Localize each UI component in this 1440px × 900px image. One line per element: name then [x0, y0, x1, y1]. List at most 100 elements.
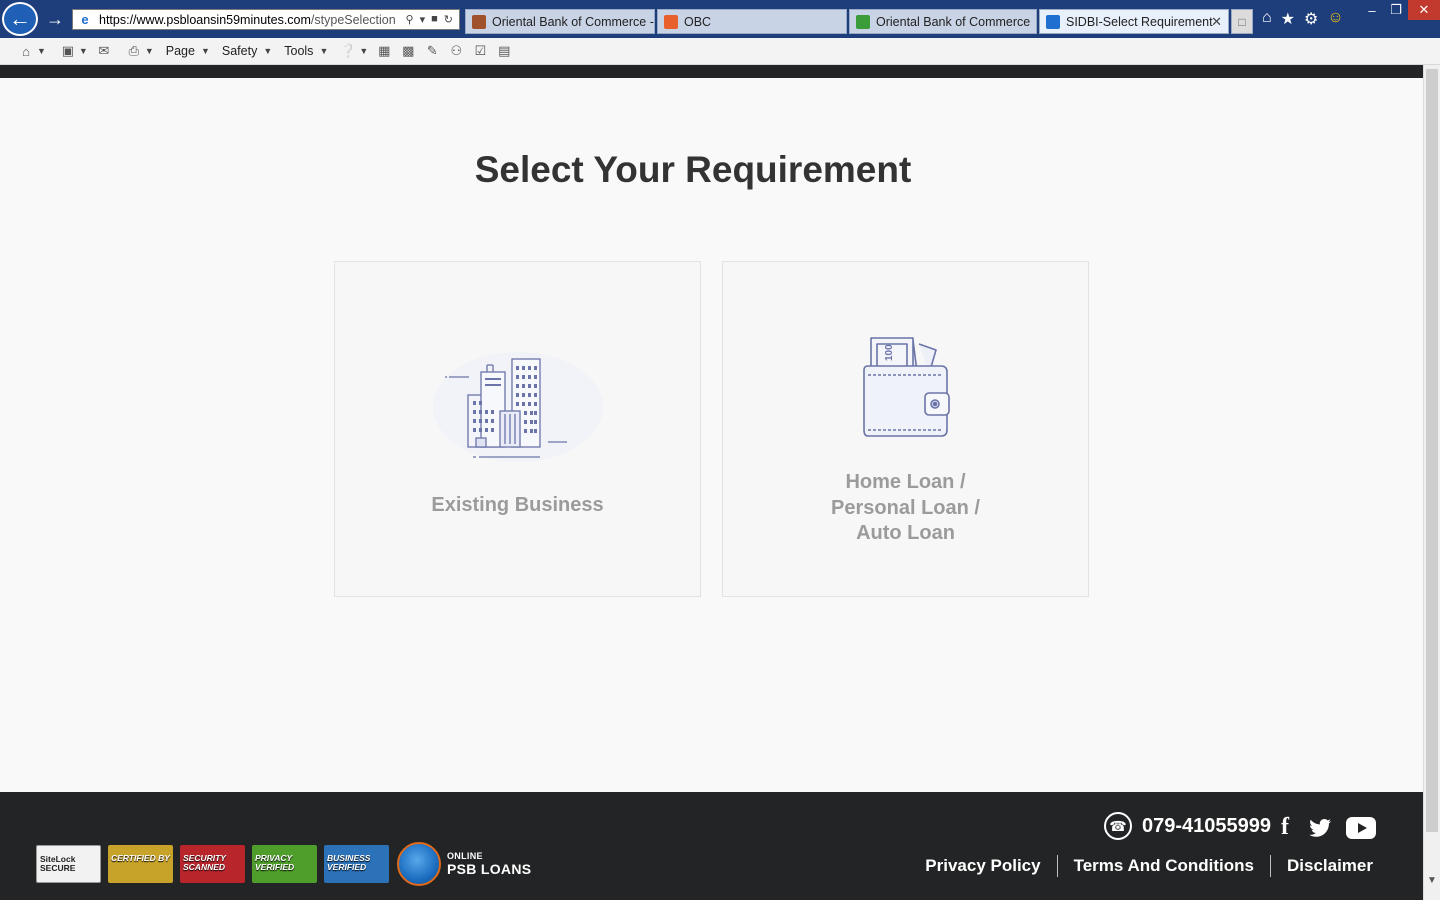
tools-menu[interactable]: Tools ▼: [284, 44, 328, 58]
facebook-icon[interactable]: f: [1276, 814, 1294, 841]
window-controls: – ❐ ✕: [1360, 0, 1440, 24]
feeds-icon[interactable]: ▣: [60, 43, 76, 59]
tab-label: Oriental Bank of Commerce: [876, 14, 1031, 29]
footer-links: Privacy Policy Terms And Conditions Disc…: [925, 855, 1373, 877]
badge-label: SECURITY SCANNED: [183, 853, 226, 872]
address-bar[interactable]: e https://www.psbloansin59minutes.com/st…: [72, 9, 460, 30]
home-icon[interactable]: ⌂: [18, 43, 34, 59]
home-icon[interactable]: ⌂: [1262, 9, 1272, 29]
phone-number: 079-41055999: [1142, 814, 1272, 837]
wallet-money-icon: 100: [863, 337, 950, 437]
new-tab-button[interactable]: □: [1231, 9, 1253, 34]
settings-gear-icon[interactable]: ⚙: [1304, 9, 1318, 29]
badge-label: PRIVACY VERIFIED: [255, 853, 295, 872]
twitter-icon[interactable]: [1308, 816, 1332, 840]
scrollbar-thumb[interactable]: [1426, 69, 1438, 832]
tab-obc[interactable]: OBC: [657, 9, 847, 34]
chevron-down-icon[interactable]: ▼: [145, 46, 154, 56]
logo-line-2: PSB LOANS: [447, 861, 532, 877]
toolbar-tool-icon[interactable]: ▤: [496, 43, 512, 59]
menu-label: Safety: [221, 44, 258, 58]
contact-phone: ☎ 079-41055999: [1104, 812, 1271, 840]
sitelock-badge[interactable]: SiteLock SECURE: [36, 845, 101, 883]
tab-sidbi-select-requirement[interactable]: SIDBI-Select Requirement ✕: [1039, 9, 1229, 34]
scroll-down-arrow-icon[interactable]: ▼: [1427, 875, 1437, 886]
phone-icon: ☎: [1104, 812, 1132, 840]
header-strip: [0, 65, 1423, 78]
privacy-verified-badge[interactable]: PRIVACY VERIFIED: [252, 845, 317, 883]
page-content: Select Your Requirement Existing Busines…: [0, 65, 1423, 900]
tab-close-icon[interactable]: ✕: [1211, 14, 1222, 30]
lock-icon[interactable]: ■: [431, 13, 438, 26]
tab-favicon: [1046, 14, 1060, 29]
browser-titlebar: ← → e https://www.psbloansin59minutes.co…: [0, 0, 1440, 38]
toolbar-tool-icon[interactable]: ☑: [472, 43, 488, 59]
option-home-personal-auto-loan[interactable]: 100 Home Loan / Personal Loan / Auto Loa…: [722, 261, 1089, 597]
menu-label: Tools: [284, 44, 314, 58]
business-verified-badge[interactable]: BUSINESS VERIFIED: [324, 845, 389, 883]
toolbar-tool-icon[interactable]: ⚇: [448, 43, 464, 59]
minimize-icon[interactable]: –: [1360, 0, 1384, 20]
page-title: Select Your Requirement: [474, 149, 912, 190]
psb-logo-text: ONLINE PSB LOANS: [447, 851, 531, 877]
tab-favicon: [664, 14, 678, 29]
badge-label: BUSINESS VERIFIED: [327, 853, 371, 872]
tab-label: OBC: [684, 14, 712, 29]
smiley-feedback-icon[interactable]: ☺: [1327, 9, 1343, 29]
psb-loans-logo[interactable]: ONLINE PSB LOANS: [397, 842, 531, 886]
trust-badges: SiteLock SECURE CERTIFIED BY SECURITY SC…: [36, 845, 389, 883]
vertical-scrollbar[interactable]: ▼: [1423, 65, 1440, 900]
terms-and-conditions-link[interactable]: Terms And Conditions: [1074, 856, 1254, 876]
ie-page-icon: e: [81, 12, 89, 27]
menu-label: Page: [165, 44, 195, 58]
command-bar: ⌂ ▼ ▣ ▼ ✉ ⎙ ▼ Page ▼ Safety ▼ Tools ▼ ❔ ▼ ▦ ▩ ✎…: [0, 38, 1440, 65]
svg-text:100: 100: [884, 344, 895, 361]
security-scanned-badge[interactable]: SECURITY SCANNED: [180, 845, 245, 883]
tab-favicon: [472, 14, 486, 29]
forward-arrow-icon[interactable]: →: [44, 8, 66, 30]
chevron-down-icon: ▼: [263, 46, 273, 56]
psb-logo-circle: [397, 842, 441, 886]
help-icon[interactable]: ❔: [340, 43, 356, 59]
browser-toolbar-icons: ⌂ ★ ⚙ ☺: [1262, 9, 1344, 29]
badge-label: SiteLock SECURE: [40, 854, 76, 873]
toolbar-tool-icon[interactable]: ▦: [376, 43, 392, 59]
chevron-down-icon[interactable]: ▼: [79, 46, 88, 56]
social-links: f: [1276, 814, 1376, 841]
safety-menu[interactable]: Safety ▼: [222, 44, 272, 58]
favorites-star-icon[interactable]: ★: [1281, 9, 1295, 29]
mail-icon[interactable]: ✉: [96, 43, 112, 59]
logo-line-1: ONLINE: [447, 851, 483, 861]
tab-favicon: [856, 14, 870, 29]
certified-badge[interactable]: CERTIFIED BY: [108, 845, 173, 883]
chevron-down-icon: ▼: [200, 46, 210, 56]
privacy-policy-link[interactable]: Privacy Policy: [925, 856, 1040, 876]
badge-label: CERTIFIED BY: [111, 853, 170, 863]
disclaimer-link[interactable]: Disclaimer: [1287, 856, 1373, 876]
site-footer: SiteLock SECURE CERTIFIED BY SECURITY SC…: [0, 792, 1423, 900]
tab-oriental-bank-1[interactable]: Oriental Bank of Commerce -...: [465, 9, 655, 34]
refresh-icon[interactable]: ↻: [444, 13, 453, 26]
tab-label: Oriental Bank of Commerce -...: [492, 14, 655, 29]
back-arrow-icon[interactable]: ←: [2, 2, 38, 36]
link-divider: [1270, 855, 1271, 877]
chevron-down-icon[interactable]: ▼: [359, 46, 368, 56]
tab-label: SIDBI-Select Requirement: [1066, 14, 1213, 29]
print-icon[interactable]: ⎙: [126, 43, 142, 59]
dropdown-icon[interactable]: ▾: [420, 13, 426, 26]
address-url[interactable]: https://www.psbloansin59minutes.com/styp…: [99, 13, 406, 27]
address-icons: ⚲ ▾ ■ ↻: [406, 13, 459, 26]
link-divider: [1056, 855, 1058, 877]
chevron-down-icon: ▼: [319, 46, 329, 56]
search-icon[interactable]: ⚲: [406, 13, 414, 26]
toolbar-tool-icon[interactable]: ▩: [400, 43, 416, 59]
chevron-down-icon[interactable]: ▼: [37, 46, 46, 56]
toolbar-tool-icon[interactable]: ✎: [424, 43, 440, 59]
youtube-icon[interactable]: [1346, 816, 1376, 839]
option-existing-business[interactable]: Existing Business: [334, 261, 701, 597]
tab-oriental-bank-2[interactable]: Oriental Bank of Commerce: [849, 9, 1037, 34]
window-close-icon[interactable]: ✕: [1408, 0, 1440, 20]
page-menu[interactable]: Page ▼: [166, 44, 210, 58]
office-buildings-icon: [433, 352, 603, 462]
restore-icon[interactable]: ❐: [1384, 0, 1408, 20]
